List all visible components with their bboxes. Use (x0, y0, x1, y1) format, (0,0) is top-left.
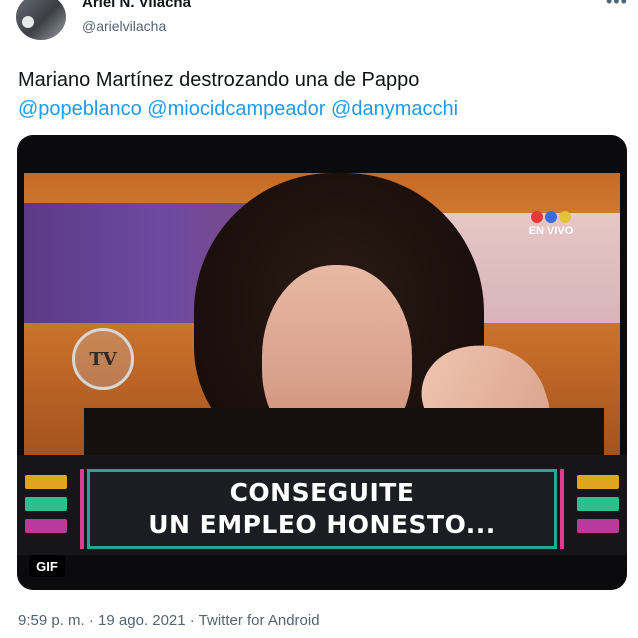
channel-logo: TV (72, 328, 134, 390)
caption-line: CONSEGUITE (229, 478, 415, 507)
avatar-detail (22, 16, 34, 28)
decor-bars-left (25, 475, 67, 541)
live-bug-label: EN VIVO (528, 225, 574, 237)
decor-bars-right (577, 475, 619, 541)
caption-accent (560, 469, 564, 549)
more-options-icon[interactable]: ••• (606, 0, 628, 12)
caption-text: CONSEGUITE UN EMPLEO HONESTO... (148, 477, 496, 541)
mention-link[interactable]: @danymacchi (331, 98, 458, 120)
live-bug-icon (516, 211, 586, 225)
avatar[interactable] (16, 0, 66, 40)
mention-link[interactable]: @miocidcampeador (147, 98, 325, 120)
caption-box: CONSEGUITE UN EMPLEO HONESTO... (80, 469, 564, 549)
caption-bar: CONSEGUITE UN EMPLEO HONESTO... (17, 455, 627, 555)
caption-line: UN EMPLEO HONESTO... (148, 510, 496, 539)
tweet-body: Mariano Martínez destrozando una de Papp… (18, 69, 420, 91)
gif-badge: GIF (29, 555, 65, 577)
caption-accent (80, 469, 84, 549)
tweet-media-gif[interactable]: TV EN VIVO CONSEGUITE UN EMPLEO HONESTO.… (17, 135, 627, 590)
tweet-timestamp[interactable]: 9:59 p. m. · 19 ago. 2021 · Twitter for … (18, 612, 320, 629)
author-handle[interactable]: @arielvilacha (82, 18, 166, 34)
author-name[interactable]: Ariel N. Vilacha (82, 0, 191, 11)
tweet-text: Mariano Martínez destrozando una de Papp… (18, 66, 618, 124)
live-bug: EN VIVO (516, 211, 586, 241)
video-frame: TV EN VIVO (24, 173, 620, 455)
person-shirt (84, 408, 604, 455)
mention-link[interactable]: @popeblanco (18, 98, 142, 120)
